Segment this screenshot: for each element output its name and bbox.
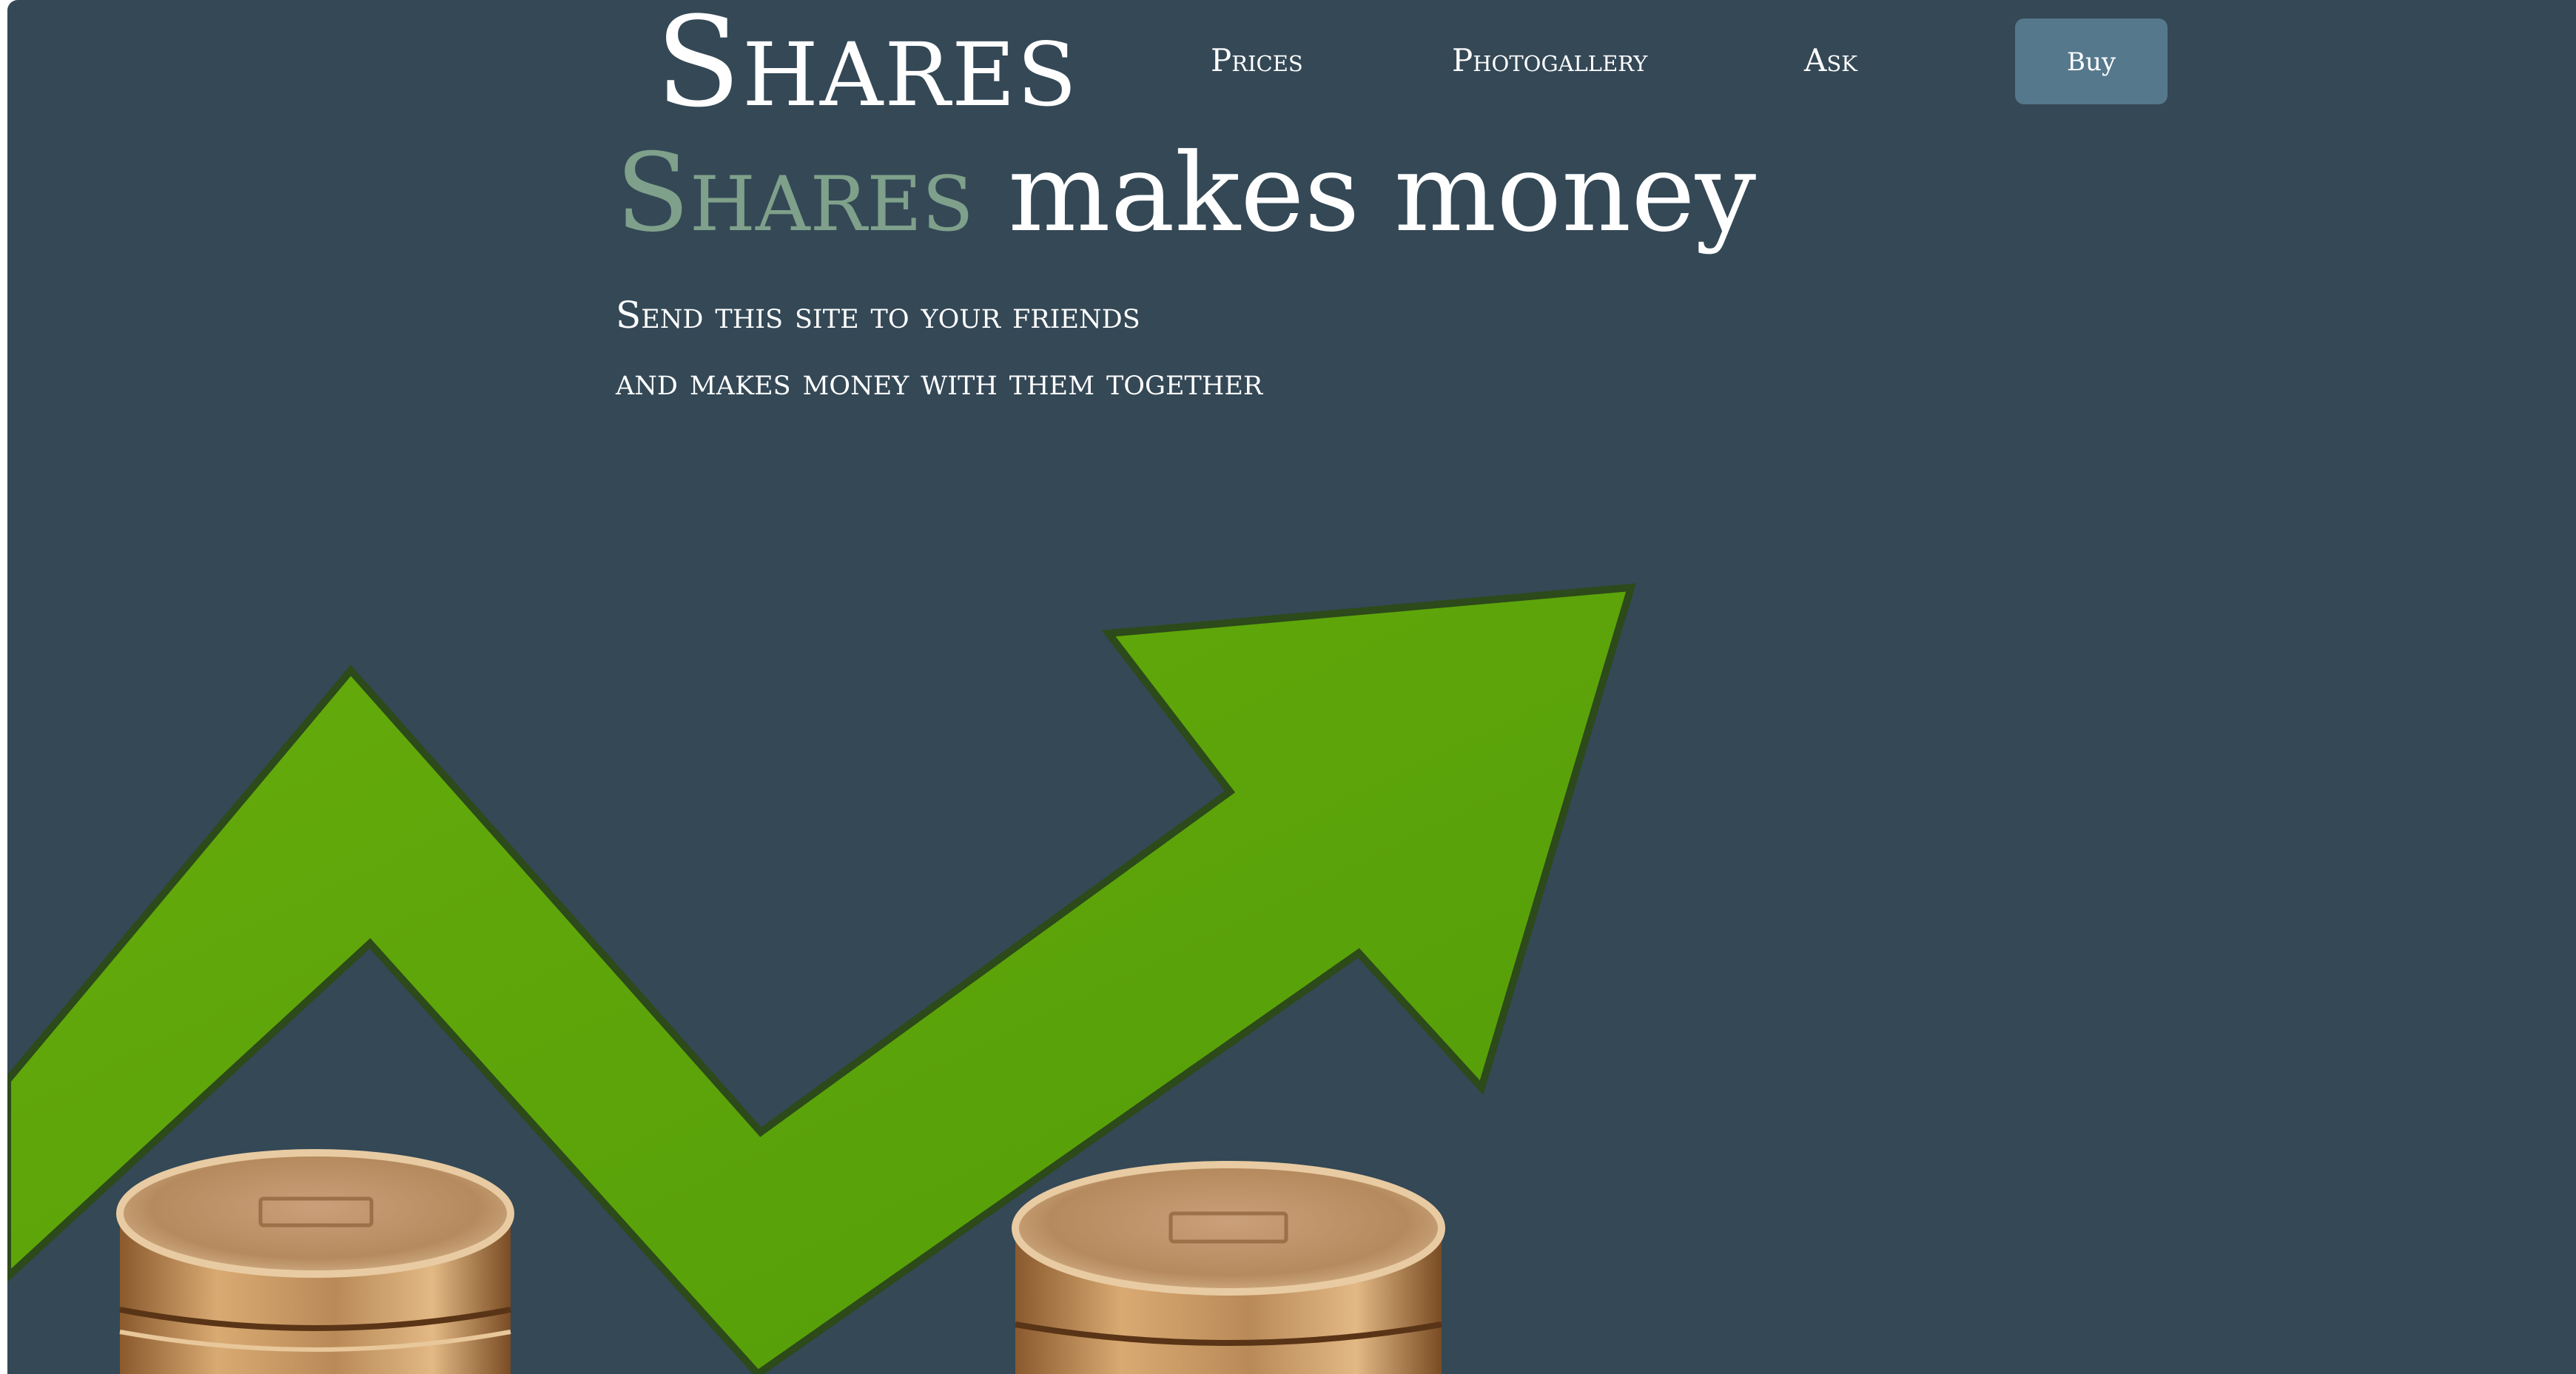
nav-link-ask[interactable]: Ask: [1804, 41, 1857, 80]
growth-arrow-illustration: [7, 583, 1636, 1374]
nav-link-prices[interactable]: Prices: [1211, 41, 1303, 80]
hero-title: Shares makes money: [616, 130, 1756, 256]
buy-button[interactable]: Buy: [2015, 18, 2168, 104]
coin-stack-icon: [116, 1149, 514, 1374]
hero-subtitle-line-2: and makes money with them together: [616, 360, 1263, 403]
hero-subtitle-line-1: Send this site to your friends: [616, 294, 1140, 337]
page: Shares Prices Photogallery Ask Buy Share…: [7, 0, 2576, 1374]
hero-title-accent: Shares: [616, 130, 974, 256]
coin-stack-icon: [1012, 1161, 1445, 1374]
site-logo[interactable]: Shares: [656, 0, 1078, 124]
nav-link-photogallery[interactable]: Photogallery: [1452, 41, 1647, 80]
hero-title-rest: makes money: [1008, 130, 1757, 256]
